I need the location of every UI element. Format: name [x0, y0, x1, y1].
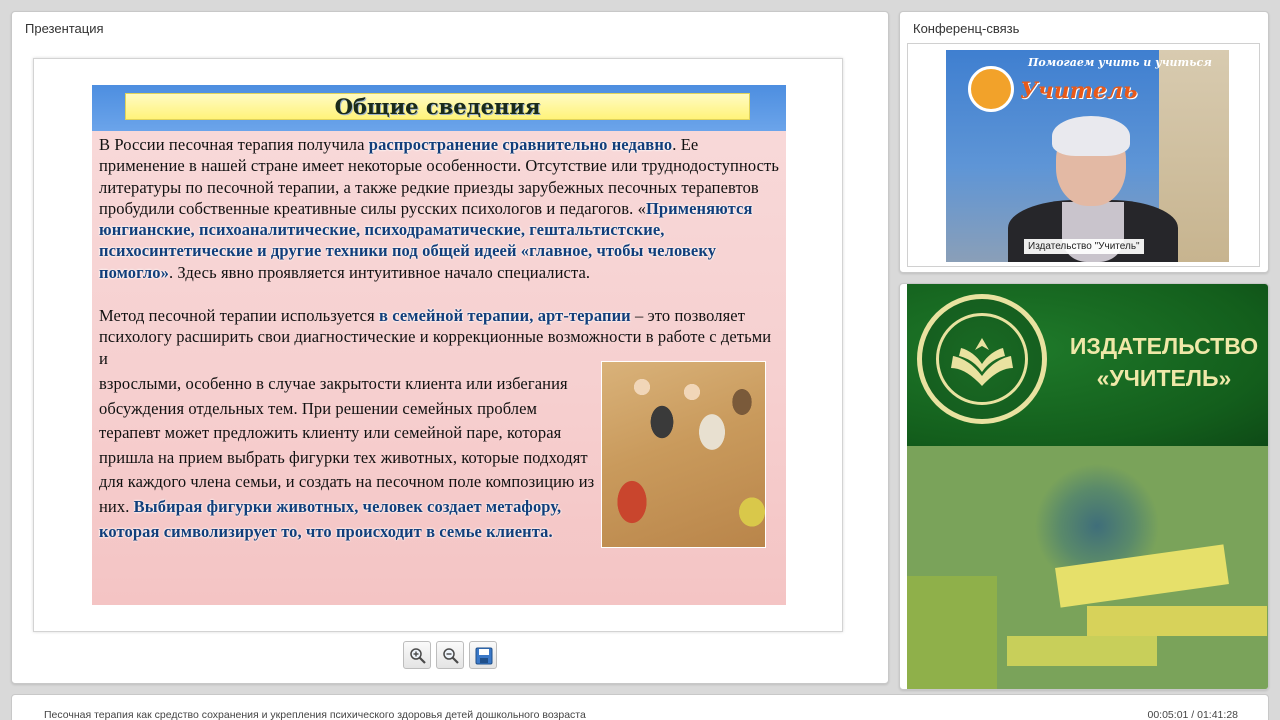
presentation-panel: Презентация Общие сведения В России песо… [11, 11, 889, 684]
save-icon [475, 647, 493, 665]
slide-heading: Общие сведения [125, 93, 750, 120]
conference-panel-title: Конференц-связь [913, 21, 1020, 36]
presentation-panel-title: Презентация [25, 21, 104, 36]
slide-text-run: взрослыми, особенно в случае закрытости … [99, 374, 595, 516]
book-shape [1087, 606, 1267, 636]
banner-slogan: Помогаем учить и учиться [1028, 56, 1212, 69]
slide-text-run: В России песочная терапия получила [99, 135, 369, 154]
publisher-logo-ring [936, 313, 1028, 405]
publisher-name: ИЗДАТЕЛЬСТВО «УЧИТЕЛЬ» [1069, 333, 1259, 391]
zoom-in-icon [410, 648, 426, 664]
open-book-icon [951, 338, 1013, 386]
webcam-video[interactable]: Помогаем учить и учиться Учитель Издател… [946, 50, 1229, 262]
lecture-title: Песочная терапия как средство сохранения… [44, 709, 586, 720]
banner-brand: Учитель [1020, 78, 1138, 104]
publisher-banner: ИЗДАТЕЛЬСТВО «УЧИТЕЛЬ» [907, 284, 1268, 446]
books-and-globe-image [907, 446, 1268, 689]
slide-text-run: . Здесь явно проявляется интуитивное нач… [168, 262, 591, 282]
webcam-caption: Издательство "Учитель" [1024, 239, 1144, 254]
publisher-logo-icon [917, 294, 1047, 424]
slide-highlighted-text: Выбирая фигурки животных, человек создае… [99, 496, 562, 541]
speaker-hair [1052, 116, 1130, 156]
publisher-promo-panel: ИЗДАТЕЛЬСТВО «УЧИТЕЛЬ» [899, 283, 1269, 690]
slide-paragraph: взрослыми, особенно в случае закрытости … [99, 372, 599, 544]
slide-highlighted-text: в семейной терапии, арт-терапии [378, 306, 631, 325]
book-shape [907, 576, 997, 689]
slide-highlighted-text: распространение сравнительно недавно [368, 135, 673, 154]
slide-viewport[interactable]: Общие сведения В России песочная терапия… [33, 58, 843, 632]
zoom-out-button[interactable] [436, 641, 464, 669]
book-shape [1007, 636, 1157, 666]
slide-text-run: Метод песочной терапии используется [99, 306, 379, 325]
save-button[interactable] [469, 641, 497, 669]
slide-paragraph: Метод песочной терапии используется в се… [99, 305, 783, 369]
sand-figures-photo [601, 361, 766, 548]
status-bar: Песочная терапия как средство сохранения… [11, 694, 1269, 720]
book-shape [1055, 544, 1229, 608]
zoom-in-button[interactable] [403, 641, 431, 669]
slide: Общие сведения В России песочная терапия… [92, 85, 786, 605]
banner-logo-icon [968, 66, 1014, 112]
webcam-frame: Помогаем учить и учиться Учитель Издател… [907, 43, 1260, 267]
zoom-out-icon [443, 648, 459, 664]
conference-panel: Конференц-связь Помогаем учить и учиться… [899, 11, 1269, 273]
playback-time: 00:05:01 / 01:41:28 [1147, 709, 1239, 720]
slide-paragraph: В России песочная терапия получила распр… [99, 134, 783, 283]
